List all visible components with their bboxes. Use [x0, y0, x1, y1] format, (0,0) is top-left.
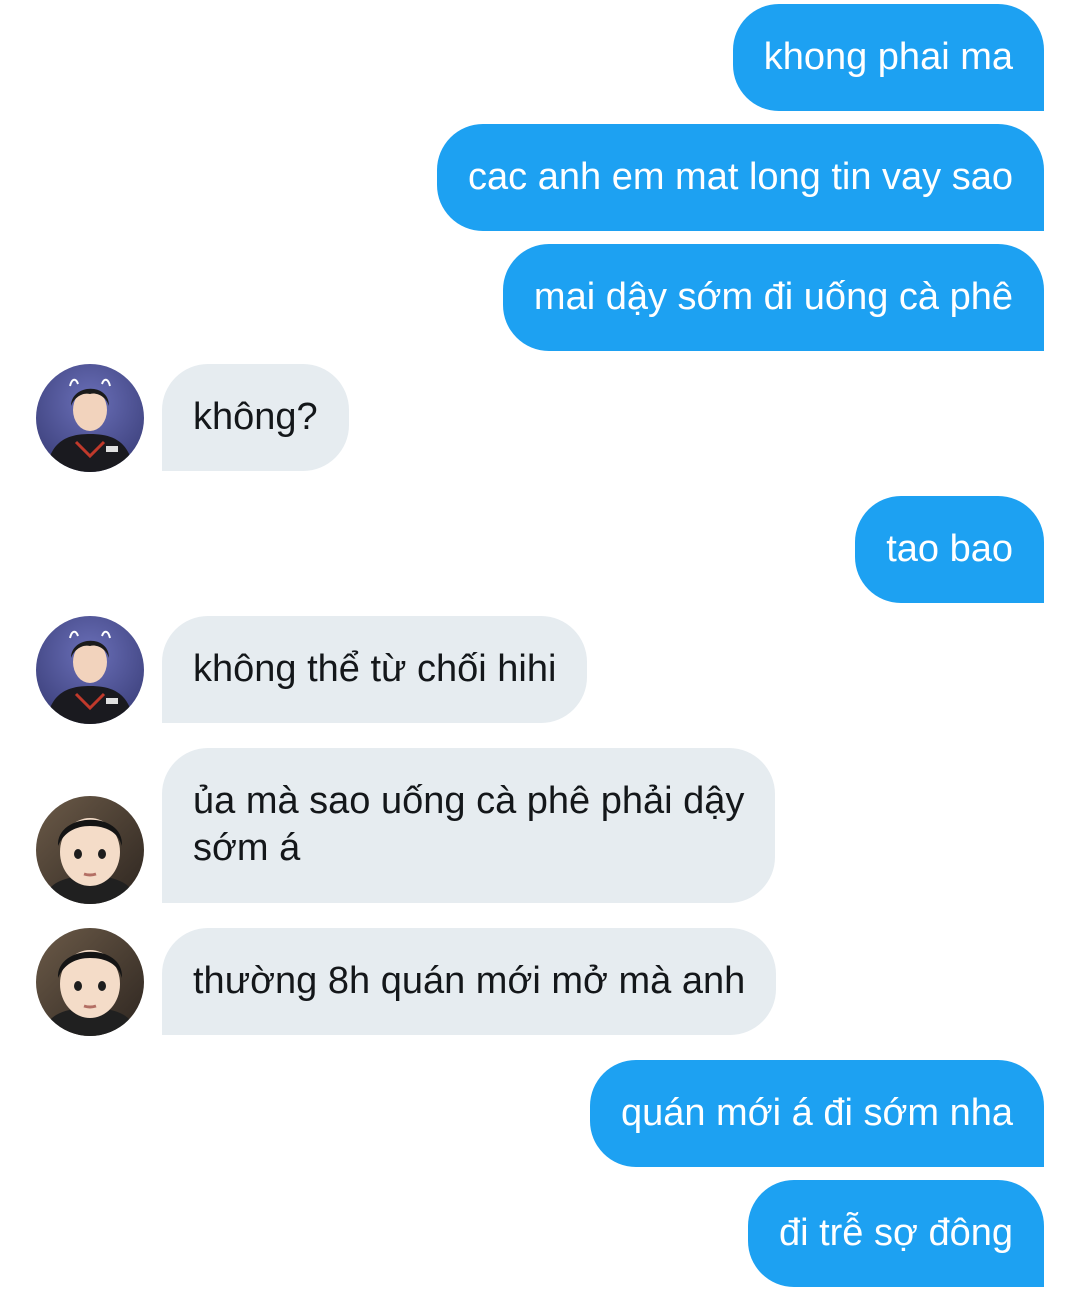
message-bubble-incoming[interactable]: ủa mà sao uống cà phê phải dậy sớm á: [162, 748, 776, 903]
message-bubble-outgoing[interactable]: quán mới á đi sớm nha: [589, 1060, 1044, 1167]
avatar[interactable]: [36, 616, 144, 724]
user-avatar-icon: [36, 796, 144, 904]
avatar[interactable]: [36, 364, 144, 472]
message-bubble-outgoing[interactable]: đi trễ sợ đông: [747, 1180, 1044, 1287]
message-bubble-incoming[interactable]: không thể từ chối hihi: [162, 616, 588, 723]
user-avatar-icon: [36, 928, 144, 1036]
message-bubble-incoming[interactable]: không?: [162, 364, 349, 471]
message-bubble-outgoing[interactable]: mai dậy sớm đi uống cà phê: [502, 244, 1044, 351]
user-avatar-icon: [36, 364, 144, 472]
message-bubble-outgoing[interactable]: tao bao: [855, 496, 1044, 603]
message-bubble-outgoing[interactable]: cac anh em mat long tin vay sao: [437, 124, 1044, 231]
message-bubble-incoming[interactable]: thường 8h quán mới mở mà anh: [162, 928, 777, 1035]
avatar[interactable]: [36, 928, 144, 1036]
user-avatar-icon: [36, 616, 144, 724]
message-bubble-outgoing[interactable]: khong phai ma: [732, 4, 1044, 111]
avatar[interactable]: [36, 796, 144, 904]
